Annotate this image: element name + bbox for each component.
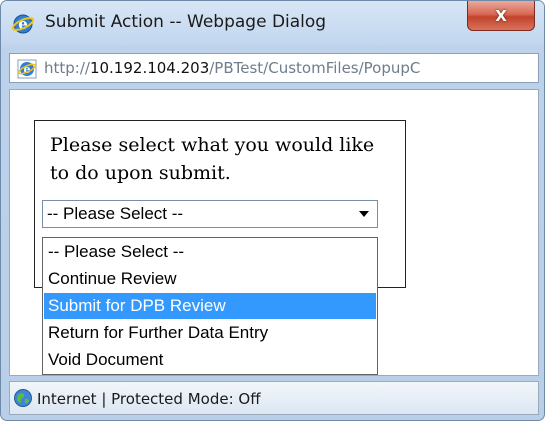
url-protocol: http:// — [44, 59, 90, 77]
status-text: Internet | Protected Mode: Off — [37, 390, 261, 408]
prompt-text: Please select what you would like to do … — [50, 134, 375, 184]
url-path: /PBTest/CustomFiles/PopupC — [209, 59, 421, 77]
action-select[interactable]: -- Please Select -- — [42, 200, 378, 228]
action-dropdown-list: -- Please Select -- Continue Review Subm… — [42, 237, 378, 375]
option-void-document[interactable]: Void Document — [44, 347, 376, 373]
title-bar[interactable]: e Submit Action -- Webpage Dialog X — [1, 1, 544, 45]
url-host: 10.192.104.203 — [89, 59, 210, 77]
option-please-select[interactable]: -- Please Select -- — [44, 239, 376, 265]
ie-icon: e — [11, 14, 35, 34]
option-continue-review[interactable]: Continue Review — [44, 266, 376, 292]
dialog-window: e Submit Action -- Webpage Dialog X e ht… — [0, 0, 545, 421]
option-submit-for-dpb-review[interactable]: Submit for DPB Review — [44, 293, 376, 319]
chevron-down-icon[interactable] — [359, 211, 369, 217]
status-bar: Internet | Protected Mode: Off — [9, 381, 539, 415]
close-icon: X — [495, 6, 507, 25]
option-return-for-further-data-entry[interactable]: Return for Further Data Entry — [44, 320, 376, 346]
close-button[interactable]: X — [467, 1, 535, 31]
window-title: Submit Action -- Webpage Dialog — [45, 12, 327, 32]
ie-icon: e — [17, 59, 37, 79]
address-url: http://10.192.104.203/PBTest/CustomFiles… — [44, 59, 420, 77]
address-bar[interactable]: e http://10.192.104.203/PBTest/CustomFil… — [9, 53, 539, 83]
select-value: -- Please Select -- — [47, 204, 184, 223]
globe-icon — [14, 389, 32, 407]
